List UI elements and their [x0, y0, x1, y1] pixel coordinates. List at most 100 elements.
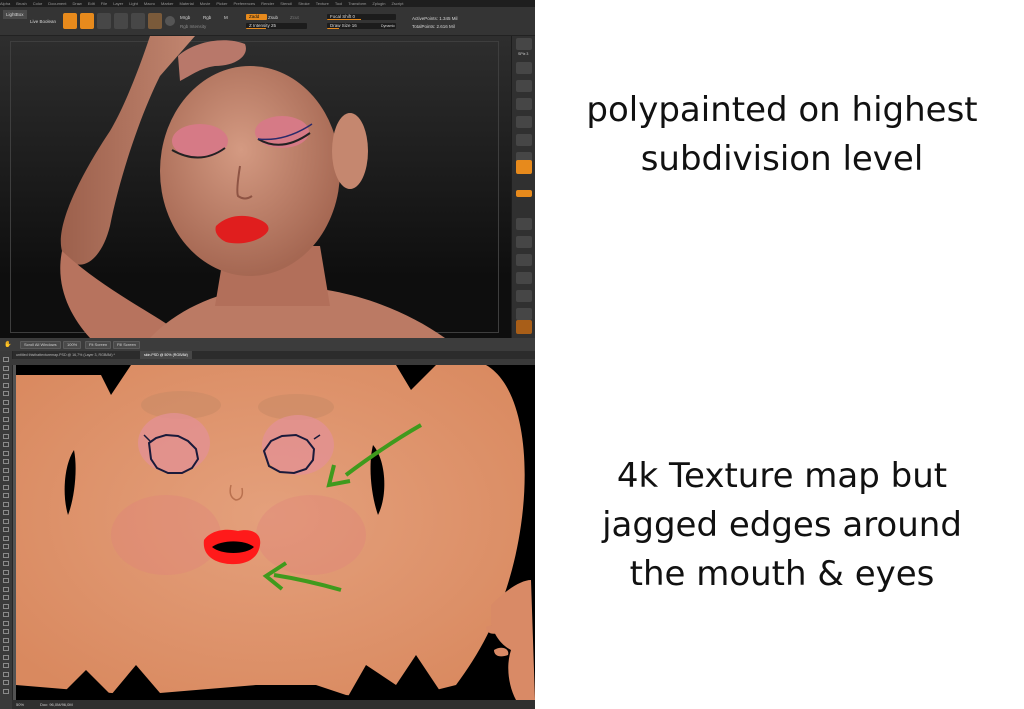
solo-button[interactable]: [516, 320, 532, 334]
menu-item-marker[interactable]: Marker: [161, 1, 173, 6]
ps-tool-icon[interactable]: [3, 535, 9, 541]
lightbox-button[interactable]: LightBox: [3, 10, 27, 19]
ps-tool-icon[interactable]: [3, 620, 9, 626]
ps-tool-icon[interactable]: [3, 357, 9, 362]
dynamic-button[interactable]: Dynamic: [381, 24, 395, 28]
ps-tool-icon[interactable]: [3, 544, 9, 549]
zoom3d-button[interactable]: [516, 254, 532, 266]
move-tool-button[interactable]: [97, 13, 111, 29]
ps-tool-icon[interactable]: [3, 637, 9, 643]
menu-item-file[interactable]: File: [101, 1, 107, 6]
ps-tool-icon[interactable]: [3, 646, 9, 651]
zadd-button[interactable]: Zadd: [246, 14, 267, 20]
ps-tool-icon[interactable]: [3, 629, 9, 634]
menu-item-material[interactable]: Material: [179, 1, 193, 6]
menu-item-document[interactable]: Document: [48, 1, 66, 6]
rgb-button[interactable]: Rgb: [203, 15, 211, 20]
ps-tool-icon[interactable]: [3, 586, 9, 592]
frame-button[interactable]: [516, 218, 532, 230]
menu-item-macro[interactable]: Macro: [144, 1, 155, 6]
ps-tool-icon[interactable]: [3, 595, 9, 600]
scale-tool-button[interactable]: [114, 13, 128, 29]
bpr-button[interactable]: [516, 38, 532, 50]
ps-tool-icon[interactable]: [3, 391, 9, 396]
ps-tool-icon[interactable]: [3, 433, 9, 439]
ps-tool-icon[interactable]: [3, 663, 9, 668]
ps-tool-icon[interactable]: [3, 467, 9, 473]
ps-tool-icon[interactable]: [3, 493, 9, 498]
material-swatch[interactable]: [148, 13, 162, 29]
edit-tool-button[interactable]: [63, 13, 77, 29]
ps-tool-icon[interactable]: [3, 408, 9, 413]
transp-button[interactable]: [516, 308, 532, 320]
focal-shift-slider[interactable]: Focal Shift 0: [327, 14, 396, 20]
menu-item-movie[interactable]: Movie: [200, 1, 211, 6]
m-button[interactable]: M: [224, 15, 228, 20]
ps-tool-icon[interactable]: [3, 459, 9, 464]
menu-item-zscript[interactable]: Zscript: [391, 1, 403, 6]
ps-tool-icon[interactable]: [3, 527, 9, 532]
menu-item-layer[interactable]: Layer: [113, 1, 123, 6]
zcut-button[interactable]: Zcut: [290, 15, 299, 20]
menu-item-transform[interactable]: Transform: [348, 1, 366, 6]
ps-tool-icon[interactable]: [3, 416, 9, 422]
color-picker-icon[interactable]: [165, 16, 175, 26]
zbrush-viewport[interactable]: [0, 36, 511, 338]
xyz-button[interactable]: [516, 190, 532, 197]
ps-tool-icon[interactable]: [3, 450, 9, 456]
tab-texture-map[interactable]: untitled thisthattexturemap.PSD @ 16,7% …: [12, 351, 119, 359]
ps-tool-icon[interactable]: [3, 569, 9, 575]
ps-tool-icon[interactable]: [3, 425, 9, 430]
polyframe-button[interactable]: [516, 290, 532, 302]
draw-tool-button[interactable]: [80, 13, 94, 29]
tab-skin-psd[interactable]: skin.PSD @ 50% (RGB/8#): [140, 351, 192, 359]
ps-tool-icon[interactable]: [3, 688, 9, 694]
menu-item-picker[interactable]: Picker: [216, 1, 227, 6]
zoom-button[interactable]: [516, 80, 532, 92]
ps-tool-icon[interactable]: [3, 365, 9, 371]
menu-item-draw[interactable]: Draw: [72, 1, 81, 6]
hand-tool-icon[interactable]: ✋: [4, 341, 11, 348]
menu-item-edit[interactable]: Edit: [88, 1, 95, 6]
zsub-button[interactable]: Zsub: [268, 15, 278, 20]
ps-tool-icon[interactable]: [3, 518, 9, 524]
move-view-button[interactable]: [516, 236, 532, 248]
ps-tool-icon[interactable]: [3, 603, 9, 609]
menu-item-preferences[interactable]: Preferences: [234, 1, 256, 6]
ps-tool-icon[interactable]: [3, 476, 9, 481]
ps-tool-icon[interactable]: [3, 561, 9, 566]
menu-item-tool[interactable]: Tool: [335, 1, 342, 6]
ps-tool-icon[interactable]: [3, 578, 9, 583]
ps-tool-icon[interactable]: [3, 680, 9, 685]
ps-tool-icon[interactable]: [3, 399, 9, 405]
ps-tool-icon[interactable]: [3, 382, 9, 388]
status-zoom[interactable]: 50%: [16, 700, 24, 709]
ps-tool-icon[interactable]: [3, 374, 9, 379]
ps-tool-icon[interactable]: [3, 612, 9, 617]
z-intensity-slider[interactable]: Z Intensity 25: [246, 23, 307, 29]
actual-button[interactable]: [516, 98, 532, 110]
persp-button[interactable]: [516, 134, 532, 146]
menu-item-light[interactable]: Light: [129, 1, 138, 6]
ps-tool-icon[interactable]: [3, 671, 9, 677]
rotate-tool-button[interactable]: [131, 13, 145, 29]
menu-item-alpha[interactable]: Alpha: [0, 1, 10, 6]
ps-tool-icon[interactable]: [3, 654, 9, 660]
ps-tool-icon[interactable]: [3, 484, 9, 490]
menu-item-brush[interactable]: Brush: [16, 1, 26, 6]
zoom-100-button[interactable]: 100%: [63, 341, 82, 349]
mrgb-button[interactable]: Mrgb: [180, 15, 190, 20]
live-boolean-button[interactable]: Live Boolean: [30, 19, 56, 24]
aahalf-button[interactable]: [516, 116, 532, 128]
ps-tool-icon[interactable]: [3, 501, 9, 507]
ps-tool-icon[interactable]: [3, 442, 9, 447]
rotate-view-button[interactable]: [516, 272, 532, 284]
menu-item-stencil[interactable]: Stencil: [280, 1, 292, 6]
menu-item-color[interactable]: Color: [33, 1, 43, 6]
menu-item-zplugin[interactable]: Zplugin: [372, 1, 385, 6]
scroll-all-windows-checkbox[interactable]: Scroll All Windows: [20, 341, 61, 349]
ps-tool-icon[interactable]: [3, 552, 9, 558]
ps-tool-icon[interactable]: [3, 510, 9, 515]
menu-item-render[interactable]: Render: [261, 1, 274, 6]
fill-screen-button[interactable]: Fill Screen: [113, 341, 140, 349]
